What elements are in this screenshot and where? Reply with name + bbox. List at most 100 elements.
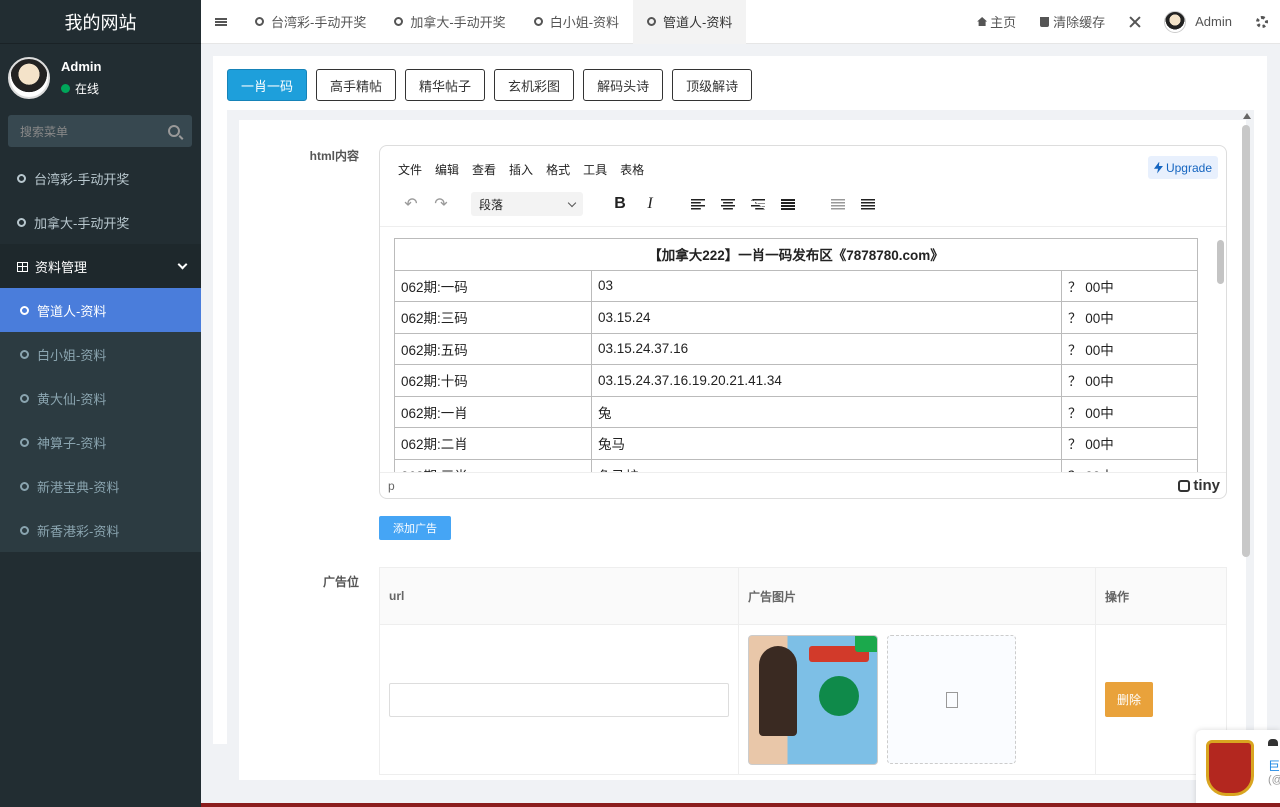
table-cell: ？ 00中: [1061, 364, 1198, 397]
ad-image-logo: [819, 675, 859, 716]
editor-content-area[interactable]: 【加拿大222】一肖一码发布区《7878780.com》 062期:一码 03 …: [380, 226, 1226, 472]
element-path[interactable]: p: [388, 479, 395, 493]
tab-taiwan-draw[interactable]: 台湾彩-手动开奖: [241, 0, 380, 44]
tab-label: 台湾彩-手动开奖: [271, 15, 367, 30]
block-format-select[interactable]: 段落: [471, 192, 583, 216]
ad-url-input[interactable]: [389, 682, 729, 717]
home-button[interactable]: 主页: [965, 0, 1028, 44]
block-format-value: 段落: [479, 197, 504, 212]
editor-menu-format[interactable]: 格式: [546, 161, 570, 178]
sidebar-item-guandaoren[interactable]: 管道人-资料: [0, 288, 201, 332]
image-upload-box[interactable]: [887, 635, 1017, 764]
undo-button[interactable]: ↶: [396, 190, 426, 218]
sidebar-item-huangdaxian[interactable]: 黄大仙-资料: [0, 376, 201, 420]
align-right-button[interactable]: [743, 190, 773, 218]
table-cell: 062期:十码: [394, 364, 592, 397]
tiny-brand: tiny: [1193, 477, 1220, 494]
form-body: html内容 文件 编辑 查看 插入 格式 工具 表格 Upgrade ↶ ↷ …: [239, 120, 1246, 780]
category-button-xuanjicaitu[interactable]: 玄机彩图: [494, 69, 575, 101]
editor-menu-view[interactable]: 查看: [472, 161, 496, 178]
form-container: html内容 文件 编辑 查看 插入 格式 工具 表格 Upgrade ↶ ↷ …: [227, 110, 1254, 780]
sidebar-item-xingangbaodian[interactable]: 新港宝典-资料: [0, 464, 201, 508]
sidebar-group-data-management[interactable]: 资料管理: [0, 244, 201, 288]
editor-menu-edit[interactable]: 编辑: [435, 161, 459, 178]
editor-menu-insert[interactable]: 插入: [509, 161, 533, 178]
category-button-gaoshoujingtie[interactable]: 高手精帖: [316, 69, 397, 101]
align-right-icon: [751, 198, 765, 210]
site-brand[interactable]: 我的网站: [0, 0, 201, 44]
sidebar-item-baixiaojie[interactable]: 白小姐-资料: [0, 332, 201, 376]
table-cell: 兔马: [591, 427, 1062, 460]
upload-icon: [946, 692, 959, 708]
sidebar-item-label: 管道人-资料: [37, 303, 107, 319]
sidebar-item-label: 黄大仙-资料: [37, 391, 107, 407]
tab-label: 管道人-资料: [663, 15, 733, 30]
menu-search-input[interactable]: 搜索菜单: [8, 115, 192, 147]
align-center-button[interactable]: [713, 190, 743, 218]
align-left-button[interactable]: [683, 190, 713, 218]
italic-button[interactable]: I: [635, 190, 665, 218]
online-dot-icon: [61, 84, 70, 93]
delete-button[interactable]: 删除: [1105, 682, 1154, 717]
tab-baixiaojie[interactable]: 白小姐-资料: [520, 0, 633, 44]
ad-table-header: url 广告图片 操作: [379, 567, 1227, 625]
redo-button[interactable]: ↷: [426, 190, 456, 218]
user-menu-label: Admin: [1195, 14, 1232, 29]
bold-icon: B: [614, 195, 626, 212]
search-icon[interactable]: [168, 125, 180, 137]
table-cell: ？ 00中: [1061, 427, 1198, 460]
fullscreen-button[interactable]: [1117, 0, 1152, 44]
category-button-jinghuatiezi[interactable]: 精华帖子: [405, 69, 486, 101]
add-ad-button[interactable]: 添加广告: [379, 516, 451, 540]
clear-cache-button[interactable]: 清除缓存: [1028, 0, 1117, 44]
sidebar-item-xinxianggangcai[interactable]: 新香港彩-资料: [0, 508, 201, 552]
menu-toggle-button[interactable]: [201, 0, 241, 44]
tab-guandaoren[interactable]: 管道人-资料: [633, 0, 747, 44]
editor-scrollbar-thumb[interactable]: [1217, 240, 1224, 284]
ad-image-thumbnail[interactable]: [748, 634, 878, 765]
editor-menu-tools[interactable]: 工具: [583, 161, 607, 178]
category-button-dingjijieshi[interactable]: 顶级解诗: [672, 69, 753, 101]
outdent-button[interactable]: [823, 190, 853, 218]
user-menu-button[interactable]: Admin: [1152, 0, 1244, 44]
sidebar-item-canada-draw[interactable]: 加拿大-手动开奖: [0, 200, 201, 244]
editor-menu-table[interactable]: 表格: [620, 161, 644, 178]
tiny-logo[interactable]: tiny: [1178, 477, 1220, 494]
redo-icon: ↷: [434, 196, 448, 213]
table-cell: 062期:一肖: [394, 395, 592, 428]
sidebar-item-label: 新港宝典-资料: [37, 479, 120, 495]
rich-text-editor[interactable]: 文件 编辑 查看 插入 格式 工具 表格 Upgrade ↶ ↷ 段落 B I …: [379, 145, 1227, 499]
column-header-image: 广告图片: [738, 567, 1096, 625]
circle-icon: [533, 17, 543, 26]
align-justify-icon: [781, 198, 795, 210]
indent-button[interactable]: [853, 190, 883, 218]
align-center-icon: [721, 198, 735, 210]
tab-canada-draw[interactable]: 加拿大-手动开奖: [380, 0, 519, 44]
sidebar-item-taiwan-draw[interactable]: 台湾彩-手动开奖: [0, 156, 201, 200]
image-cell: [738, 624, 1096, 775]
settings-button[interactable]: [1244, 0, 1280, 44]
fullscreen-icon: [1129, 16, 1140, 27]
italic-icon: I: [647, 195, 653, 212]
category-button-jiematoushi[interactable]: 解码头诗: [583, 69, 664, 101]
page-scrollbar-thumb[interactable]: [1242, 125, 1250, 557]
table-cell: 062期:五码: [394, 332, 592, 365]
editor-menu-file[interactable]: 文件: [398, 161, 422, 178]
page-scrollbar[interactable]: [1242, 115, 1250, 565]
category-button-yixiaoyima[interactable]: 一肖一码: [227, 69, 308, 101]
sidebar-item-shensuanzi[interactable]: 神算子-资料: [0, 420, 201, 464]
indent-icon: [861, 198, 875, 210]
align-justify-button[interactable]: [773, 190, 803, 218]
corner-notification-card[interactable]: 巨 (@: [1196, 730, 1280, 807]
editor-scrollbar[interactable]: [1217, 230, 1224, 470]
people-icon: [1268, 739, 1278, 746]
category-buttons: 一肖一码 高手精帖 精华帖子 玄机彩图 解码头诗 顶级解诗: [227, 69, 761, 101]
circle-icon: [20, 305, 29, 315]
ad-table: url 广告图片 操作 删除: [379, 567, 1227, 775]
upgrade-button[interactable]: Upgrade: [1147, 156, 1218, 179]
bold-button[interactable]: B: [605, 190, 635, 218]
chevron-down-icon: [177, 259, 188, 269]
menu-search-placeholder: 搜索菜单: [20, 124, 69, 139]
circle-icon: [20, 525, 29, 535]
sidebar-item-label: 神算子-资料: [37, 435, 107, 451]
